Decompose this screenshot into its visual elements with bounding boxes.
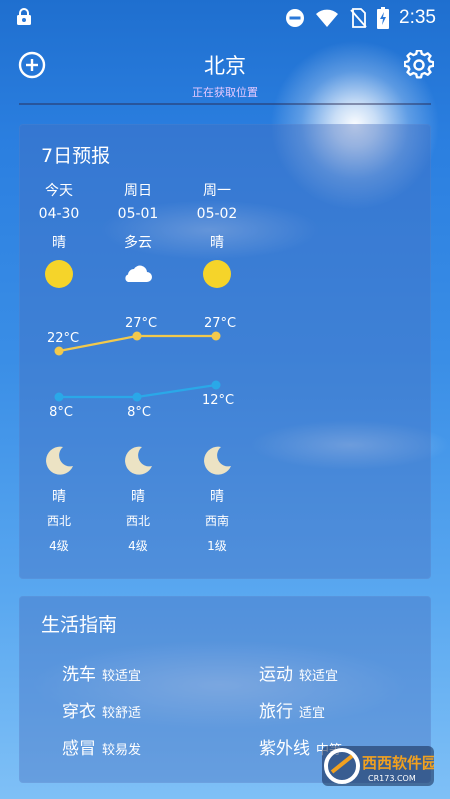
day-date: 05-02 xyxy=(196,206,238,222)
cloud-icon xyxy=(125,265,152,282)
wind-direction: 西北 xyxy=(125,514,150,528)
app-header: 北京 正在获取位置 xyxy=(0,44,450,104)
guide-item-value: 适宜 xyxy=(299,706,326,721)
location-status: 正在获取位置 xyxy=(192,86,258,99)
night-weather: 晴 xyxy=(52,489,66,505)
do-not-disturb-icon xyxy=(286,9,305,27)
wind-level: 4级 xyxy=(128,539,148,553)
guide-item-value: 较舒适 xyxy=(102,706,142,721)
guide-item-value: 较适宜 xyxy=(299,669,339,684)
wifi-icon xyxy=(316,9,339,27)
night-weather: 晴 xyxy=(131,489,145,505)
guide-item-value: 较适宜 xyxy=(102,669,142,684)
guide-item-name: 感冒 xyxy=(62,739,96,759)
site-watermark-logo: 西西软件园 CR173.COM xyxy=(322,746,434,786)
high-temp-point xyxy=(54,346,64,356)
wind-direction: 西南 xyxy=(204,514,229,528)
night-weather: 晴 xyxy=(210,489,224,505)
day-date: 04-30 xyxy=(38,206,80,222)
low-temp-point xyxy=(54,392,64,402)
svg-text:西西软件园: 西西软件园 xyxy=(362,754,434,772)
guide-item-name: 运动 xyxy=(259,665,293,685)
day-name: 今天 xyxy=(45,183,73,199)
no-sim-icon xyxy=(350,8,367,28)
guide-item-name: 洗车 xyxy=(62,665,96,685)
low-temp-point xyxy=(132,392,142,402)
wind-direction: 西北 xyxy=(46,514,71,528)
city-name[interactable]: 北京 xyxy=(0,50,450,80)
day-weather: 晴 xyxy=(210,235,224,251)
day-name: 周日 xyxy=(124,183,152,199)
low-temp-label: 8°C xyxy=(127,405,151,420)
guide-item-name: 紫外线 xyxy=(259,739,310,759)
battery-charging-icon xyxy=(377,7,390,29)
low-temp-label: 12°C xyxy=(202,393,234,408)
high-temp-label: 27°C xyxy=(125,316,157,331)
life-guide-title: 生活指南 xyxy=(41,614,118,636)
wind-level: 1级 xyxy=(207,539,227,553)
low-temp-label: 8°C xyxy=(49,405,73,420)
day-date: 05-01 xyxy=(117,206,159,222)
sun-icon xyxy=(203,260,231,288)
header-divider xyxy=(19,103,431,105)
guide-item-value: 较易发 xyxy=(102,743,142,758)
high-temp-point xyxy=(132,331,142,341)
settings-gear-icon[interactable] xyxy=(404,50,434,80)
moon-icon xyxy=(204,446,231,475)
moon-icon xyxy=(125,446,152,475)
svg-text:CR173.COM: CR173.COM xyxy=(368,774,416,783)
guide-item-travel[interactable]: 旅行 适宜 xyxy=(259,697,325,722)
status-bar: 2:35 xyxy=(0,0,450,36)
high-temp-label: 27°C xyxy=(204,316,236,331)
low-temp-point xyxy=(211,380,221,390)
high-temp-point xyxy=(211,331,221,341)
lock-icon xyxy=(17,8,31,25)
guide-item-name: 穿衣 xyxy=(62,702,96,722)
guide-item-name: 旅行 xyxy=(259,702,293,722)
clock-time: 2:35 xyxy=(399,7,436,28)
day-weather: 晴 xyxy=(52,235,66,251)
moon-icon xyxy=(46,446,73,475)
forecast-card: 7日预报 22°C 8°C 27°C 8°C 27°C 12°C 今天 04-30 晴 晴… xyxy=(19,124,431,579)
wind-level: 4级 xyxy=(49,539,69,553)
day-name: 周一 xyxy=(203,183,231,199)
sun-icon xyxy=(45,260,73,288)
guide-item-clothing[interactable]: 穿衣 较舒适 xyxy=(62,697,141,722)
guide-item-cold[interactable]: 感冒 较易发 xyxy=(62,734,141,759)
high-temp-label: 22°C xyxy=(47,331,79,346)
day-weather: 多云 xyxy=(124,235,152,251)
guide-item-sport[interactable]: 运动 较适宜 xyxy=(259,660,338,685)
guide-item-car-wash[interactable]: 洗车 较适宜 xyxy=(62,660,141,685)
